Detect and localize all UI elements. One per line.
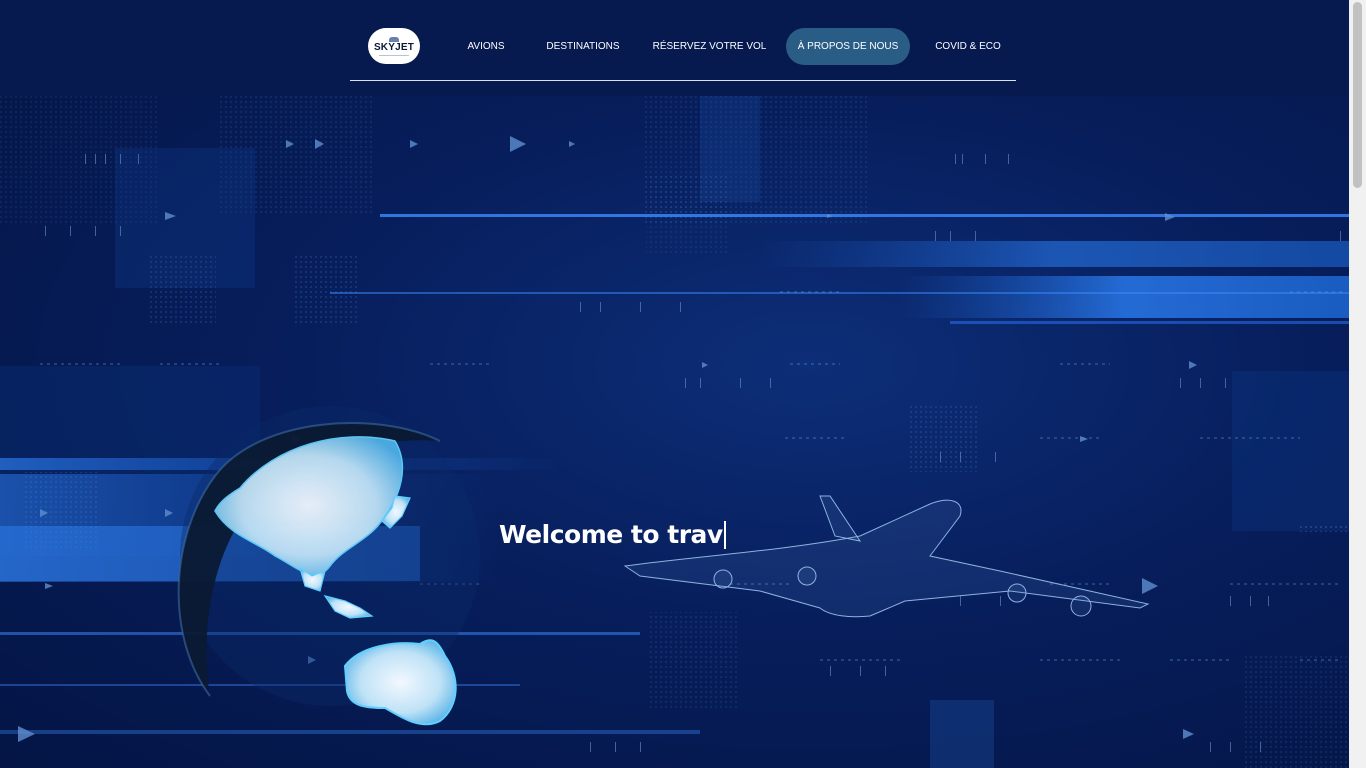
airplane-graphic: [623, 495, 1150, 618]
hero-background-artwork: [0, 96, 1349, 768]
hero-headline-text: Welcome to trav: [499, 520, 723, 549]
nav-item-covid-eco[interactable]: COVID & ECO: [926, 28, 1010, 65]
top-navigation: SKYJET AVIONS DESTINATIONS RÉSERVEZ VOTR…: [350, 0, 1016, 81]
globe-graphic: [177, 406, 480, 726]
scrollbar-thumb[interactable]: [1353, 2, 1362, 188]
crown-icon: [389, 36, 399, 42]
nav-item-destinations[interactable]: DESTINATIONS: [540, 28, 626, 65]
typing-cursor: [723, 521, 726, 549]
nav-item-avions[interactable]: AVIONS: [454, 28, 518, 65]
page-scrollbar[interactable]: [1349, 0, 1366, 768]
hero-headline: Welcome to trav: [499, 520, 726, 549]
page: SKYJET AVIONS DESTINATIONS RÉSERVEZ VOTR…: [0, 0, 1366, 768]
skyjet-logo[interactable]: SKYJET: [368, 28, 420, 64]
logo-text: SKYJET: [373, 41, 415, 53]
nav-item-reservez-votre-vol[interactable]: RÉSERVEZ VOTRE VOL: [648, 28, 771, 65]
nav-item-a-propos-de-nous[interactable]: À PROPOS DE NOUS: [786, 28, 910, 65]
site-header: SKYJET AVIONS DESTINATIONS RÉSERVEZ VOTR…: [0, 0, 1349, 96]
logo-underline: [379, 54, 409, 56]
hero-banner: Welcome to trav: [0, 96, 1349, 768]
